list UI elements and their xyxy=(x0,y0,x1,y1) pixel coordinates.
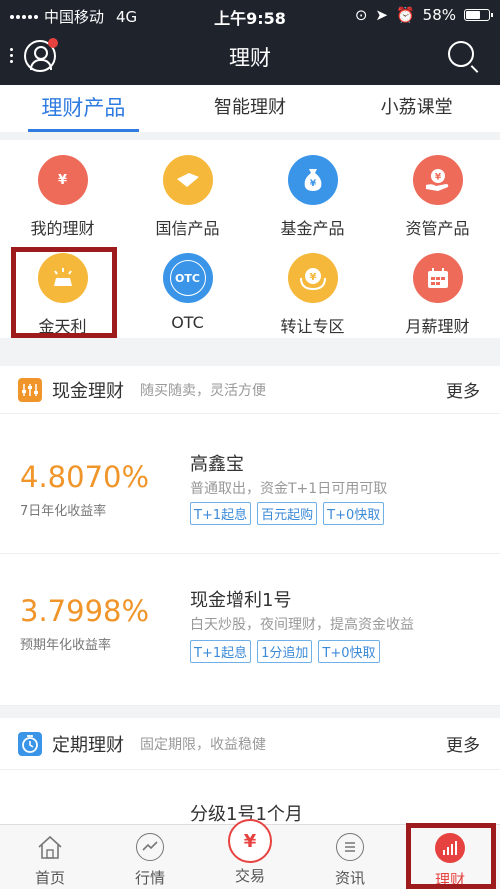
cash-section-title: 现金理财 xyxy=(52,380,124,402)
fund-product-icon: ¥ xyxy=(287,155,338,205)
highlight-box-gold xyxy=(11,247,117,338)
asset-management-icon: ¥ xyxy=(412,155,463,205)
product-tag: T+0快取 xyxy=(323,502,385,525)
grid-item-my-finance[interactable]: ¥ 我的理财 xyxy=(0,155,125,239)
bottom-nav-label: 交易 xyxy=(234,867,265,885)
svg-text:¥: ¥ xyxy=(309,272,316,283)
bottom-nav-label: 资讯 xyxy=(334,869,365,887)
bottom-nav-label: 行情 xyxy=(134,869,165,887)
cash-section-subtitle: 随买随卖，灵活方便 xyxy=(140,382,266,399)
location-icon: ➤ xyxy=(375,6,388,24)
product-name: 现金增利1号 xyxy=(190,590,292,611)
product-desc: 白天炒股，夜间理财，提高资金收益 xyxy=(190,617,414,633)
grid-item-monthly-salary[interactable]: 月薪理财 xyxy=(375,253,500,337)
grid-label: 我的理财 xyxy=(30,219,95,238)
fixed-section-header[interactable]: 定期理财 固定期限，收益稳健 更多 xyxy=(0,718,500,770)
cash-section-header[interactable]: 现金理财 随买随卖，灵活方便 更多 xyxy=(0,366,500,414)
fixed-more-link[interactable]: 更多 xyxy=(446,731,480,756)
product-card-gaoxinbao[interactable]: 4.8070% 7日年化收益率 高鑫宝 普通取出，资金T+1日可用可取 T+1起… xyxy=(0,414,500,554)
product-tag: T+1起息 xyxy=(190,502,252,525)
product-rate-label: 7日年化收益率 xyxy=(20,504,107,519)
lock-rotation-icon: ⊙ xyxy=(354,6,368,24)
nav-bar: 理财 xyxy=(0,30,500,85)
battery-label: 58% xyxy=(422,6,456,24)
tab-classroom[interactable]: 小荔课堂 xyxy=(333,85,500,132)
cash-section: 现金理财 随买随卖，灵活方便 更多 4.8070% 7日年化收益率 高鑫宝 普通… xyxy=(0,366,500,706)
bottom-nav-trade[interactable]: ¥ 交易 xyxy=(200,819,300,889)
product-tag: T+0快取 xyxy=(318,640,380,663)
grid-label: 月薪理财 xyxy=(405,317,470,336)
grid-item-transfer-zone[interactable]: ¥ 转让专区 xyxy=(250,253,375,337)
product-tags: T+1起息 百元起购 T+0快取 xyxy=(190,502,385,525)
page-title: 理财 xyxy=(229,46,271,70)
fixed-section-subtitle: 固定期限，收益稳健 xyxy=(140,736,266,753)
product-desc: 普通取出，资金T+1日可用可取 xyxy=(190,481,388,497)
tab-bar: 理财产品 智能理财 小荔课堂 xyxy=(0,85,500,132)
alarm-icon: ⏰ xyxy=(395,6,415,24)
bottom-nav-news[interactable]: 资讯 xyxy=(300,825,400,889)
grid-item-otc[interactable]: OTC OTC xyxy=(125,253,250,332)
product-tag: 1分追加 xyxy=(257,640,313,663)
grid-label: 基金产品 xyxy=(280,219,345,238)
guoxin-product-icon xyxy=(162,155,213,205)
trade-icon: ¥ xyxy=(228,819,272,863)
svg-text:¥: ¥ xyxy=(309,179,316,189)
grid-item-asset-management[interactable]: ¥ 资管产品 xyxy=(375,155,500,239)
grid-label: 资管产品 xyxy=(405,219,470,238)
svg-text:¥: ¥ xyxy=(434,173,441,183)
otc-glyph: OTC xyxy=(169,260,206,296)
monthly-salary-icon xyxy=(412,253,463,303)
bottom-nav-home[interactable]: 首页 xyxy=(0,825,100,889)
product-rate-label: 预期年化收益率 xyxy=(20,638,112,653)
clock-icon xyxy=(18,731,42,756)
cash-chart-icon xyxy=(18,377,42,402)
tab-smart-finance[interactable]: 智能理财 xyxy=(167,85,334,132)
fixed-section: 定期理财 固定期限，收益稳健 更多 分级1号1个月 xyxy=(0,718,500,828)
product-tag: 百元起购 xyxy=(257,502,318,525)
grid-label: 转让专区 xyxy=(280,317,345,336)
product-tags: T+1起息 1分追加 T+0快取 xyxy=(190,640,380,663)
home-icon xyxy=(35,833,65,861)
product-rate: 4.8070% xyxy=(20,460,150,494)
status-bar: 中国移动 4G 上午9:58 ⊙ ➤ ⏰ 58% xyxy=(0,0,500,30)
bottom-nav-market[interactable]: 行情 xyxy=(100,825,200,889)
transfer-zone-icon: ¥ xyxy=(287,253,338,303)
battery-icon xyxy=(464,9,493,21)
grid-item-guoxin-product[interactable]: 国信产品 xyxy=(125,155,250,239)
highlight-box-finance xyxy=(406,823,496,889)
otc-icon: OTC xyxy=(162,253,213,303)
market-icon xyxy=(136,833,164,861)
my-finance-icon: ¥ xyxy=(37,155,88,205)
grid-item-fund-product[interactable]: ¥ 基金产品 xyxy=(250,155,375,239)
grid-label: 国信产品 xyxy=(155,219,220,238)
bottom-nav-label: 首页 xyxy=(34,869,65,887)
product-name: 高鑫宝 xyxy=(190,454,244,475)
icon-glyph: ¥ xyxy=(57,172,68,188)
tab-products[interactable]: 理财产品 xyxy=(0,85,167,132)
grid-label: OTC xyxy=(171,313,204,332)
product-tag: T+1起息 xyxy=(190,640,252,663)
cash-more-link[interactable]: 更多 xyxy=(446,377,480,402)
product-card-cash-plus[interactable]: 3.7998% 预期年化收益率 现金增利1号 白天炒股，夜间理财，提高资金收益 … xyxy=(0,554,500,706)
search-icon[interactable] xyxy=(448,41,474,67)
news-icon xyxy=(336,833,364,861)
product-rate: 3.7998% xyxy=(20,594,150,628)
fixed-section-title: 定期理财 xyxy=(52,734,124,756)
